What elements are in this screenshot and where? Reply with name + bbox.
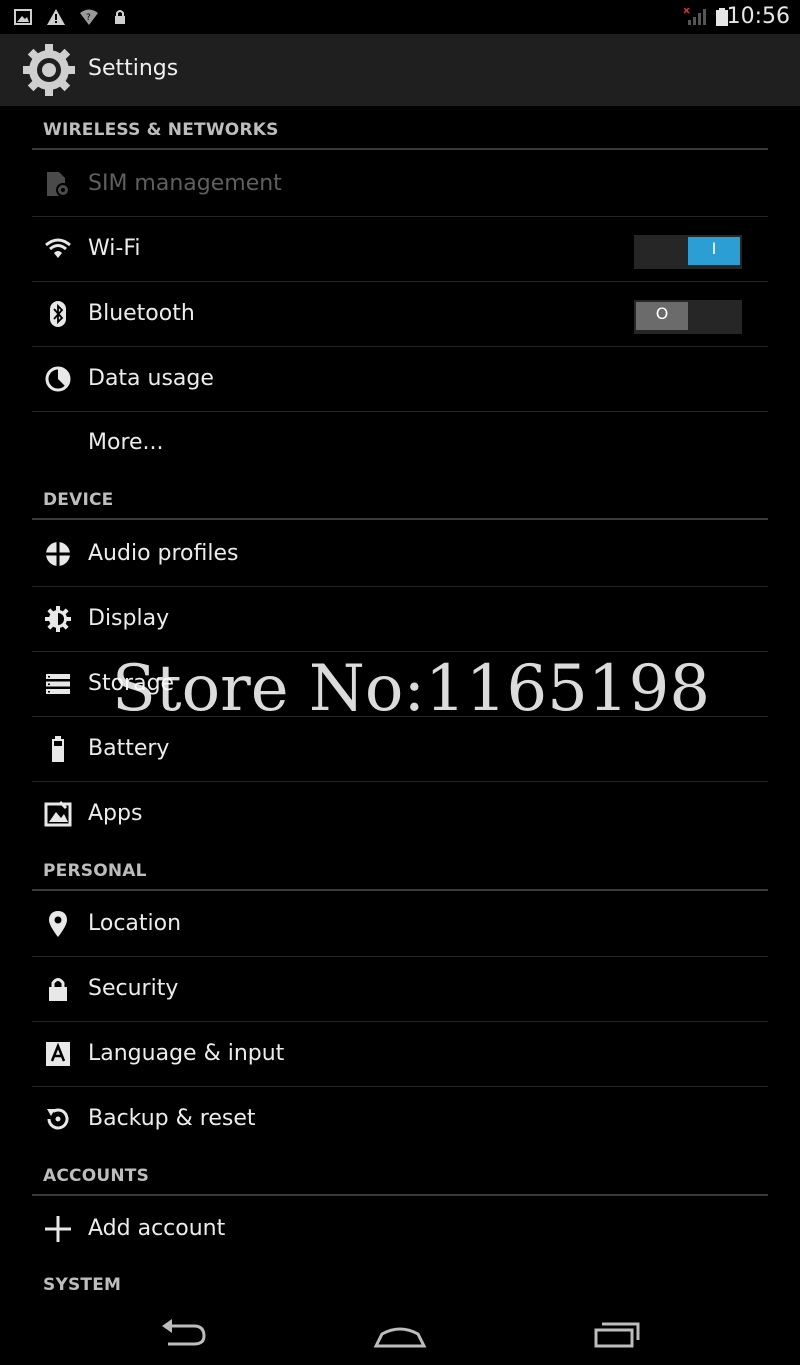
storage-icon bbox=[46, 674, 70, 694]
item-label: Location bbox=[88, 911, 182, 936]
section-divider bbox=[32, 518, 768, 520]
item-label: Add account bbox=[88, 1216, 226, 1241]
item-label: Security bbox=[88, 976, 179, 1001]
settings-item-more[interactable]: More... bbox=[32, 411, 768, 475]
plus-icon bbox=[45, 1216, 71, 1242]
item-label: SIM management bbox=[88, 171, 282, 196]
section-header-device: DEVICE bbox=[43, 490, 114, 510]
battery-icon bbox=[52, 736, 64, 762]
svg-text:?: ? bbox=[86, 13, 91, 23]
lock-icon bbox=[49, 978, 67, 1001]
section-divider bbox=[32, 889, 768, 891]
navigation-bar bbox=[0, 1300, 800, 1365]
location-icon bbox=[49, 911, 67, 937]
settings-item-sim-management: SIM management bbox=[32, 152, 768, 216]
item-label: Apps bbox=[88, 801, 143, 826]
settings-item-apps[interactable]: Apps bbox=[32, 782, 768, 846]
settings-item-battery[interactable]: Battery bbox=[32, 717, 768, 781]
home-icon[interactable] bbox=[370, 1314, 430, 1354]
section-header-personal: PERSONAL bbox=[43, 861, 147, 881]
wifi-icon bbox=[45, 238, 71, 258]
audio-profiles-icon bbox=[46, 542, 70, 566]
item-label: More... bbox=[88, 430, 164, 455]
backup-icon bbox=[47, 1108, 69, 1130]
data-usage-icon bbox=[45, 366, 71, 392]
item-label: Wi-Fi bbox=[88, 236, 141, 261]
settings-item-wifi[interactable]: Wi-Fi I bbox=[32, 217, 768, 281]
screenshot-icon bbox=[14, 9, 32, 25]
status-bar: ? 10:56 bbox=[0, 0, 800, 34]
language-icon bbox=[46, 1042, 70, 1066]
clock: 10:56 bbox=[726, 4, 790, 29]
item-label: Data usage bbox=[88, 366, 214, 391]
item-label: Backup & reset bbox=[88, 1106, 256, 1131]
section-header-wireless: WIRELESS & NETWORKS bbox=[43, 120, 279, 140]
settings-item-backup-reset[interactable]: Backup & reset bbox=[32, 1087, 768, 1151]
item-label: Bluetooth bbox=[88, 301, 195, 326]
lock-status-icon bbox=[115, 10, 125, 24]
display-icon bbox=[45, 606, 71, 632]
settings-item-location[interactable]: Location bbox=[32, 892, 768, 956]
wifi-toggle[interactable]: I bbox=[634, 235, 742, 269]
warning-icon bbox=[47, 9, 65, 25]
item-label: Battery bbox=[88, 736, 170, 761]
bluetooth-icon bbox=[50, 301, 66, 327]
section-header-system: SYSTEM bbox=[43, 1275, 122, 1295]
store-watermark: Store No:1165198 bbox=[112, 652, 711, 726]
settings-item-add-account[interactable]: Add account bbox=[32, 1197, 768, 1261]
recent-apps-icon[interactable] bbox=[586, 1314, 646, 1354]
settings-item-language-input[interactable]: Language & input bbox=[32, 1022, 768, 1086]
signal-no-sim-icon bbox=[684, 8, 706, 25]
section-header-accounts: ACCOUNTS bbox=[43, 1166, 150, 1186]
apps-icon bbox=[44, 800, 72, 827]
action-bar: Settings bbox=[0, 34, 800, 106]
settings-item-audio-profiles[interactable]: Audio profiles bbox=[32, 522, 768, 586]
bluetooth-toggle[interactable]: O bbox=[634, 300, 742, 334]
settings-item-security[interactable]: Security bbox=[32, 957, 768, 1021]
toggle-off-mark: O bbox=[655, 304, 669, 323]
item-label: Display bbox=[88, 606, 170, 631]
wifi-question-icon: ? bbox=[80, 9, 98, 25]
item-label: Audio profiles bbox=[88, 541, 239, 566]
section-divider bbox=[32, 148, 768, 150]
settings-item-data-usage[interactable]: Data usage bbox=[32, 347, 768, 411]
settings-gear-icon[interactable] bbox=[19, 40, 79, 100]
back-icon[interactable] bbox=[154, 1314, 214, 1354]
page-title: Settings bbox=[88, 56, 179, 81]
section-divider bbox=[32, 1194, 768, 1196]
sim-icon bbox=[47, 172, 70, 197]
settings-item-bluetooth[interactable]: Bluetooth O bbox=[32, 282, 768, 346]
item-label: Language & input bbox=[88, 1041, 285, 1066]
toggle-on-mark: I bbox=[711, 239, 717, 258]
settings-item-display[interactable]: Display bbox=[32, 587, 768, 651]
